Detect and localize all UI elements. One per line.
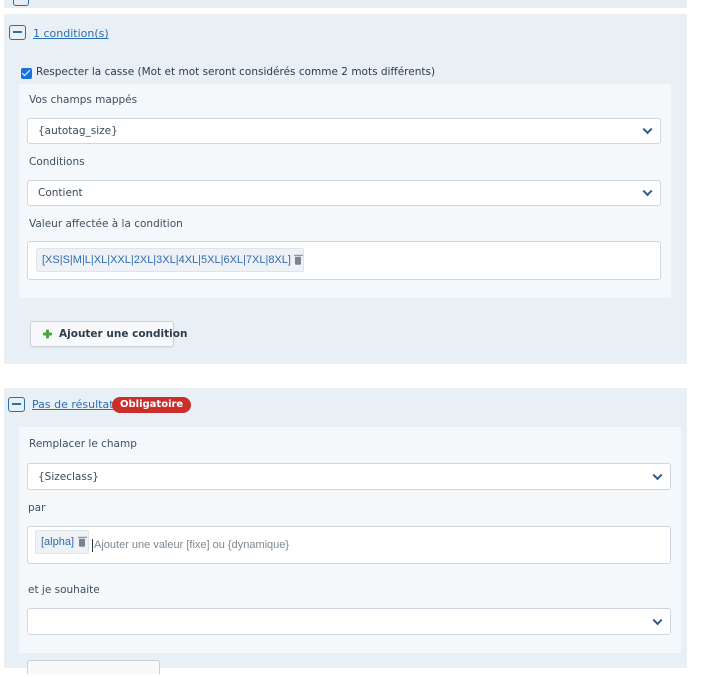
case-sensitive-label: Respecter la casse (Mot et mot seront co… xyxy=(36,66,436,78)
trash-icon[interactable] xyxy=(293,254,303,265)
mapped-fields-value: {autotag_size} xyxy=(38,125,118,137)
chevron-down-icon xyxy=(652,469,663,480)
par-label: par xyxy=(28,502,46,514)
value-tag-text: [alpha] xyxy=(41,536,75,548)
par-placeholder: Ajouter une valeur [fixe] ou {dynamique} xyxy=(94,539,290,551)
no-results-link[interactable]: Pas de résultats xyxy=(32,398,119,411)
value-tag: [XS|S|M|L|XL|XXL|2XL|3XL|4XL|5XL|6XL|7XL… xyxy=(36,248,304,272)
assigned-value-field[interactable]: [XS|S|M|L|XL|XXL|2XL|3XL|4XL|5XL|6XL|7XL… xyxy=(27,241,661,280)
partial-button[interactable] xyxy=(27,660,160,674)
replace-field-select[interactable]: {Sizeclass} xyxy=(27,463,671,490)
chevron-down-icon xyxy=(652,614,663,625)
text-cursor xyxy=(92,539,93,552)
mapped-fields-label: Vos champs mappés xyxy=(29,94,138,106)
value-tag-text: [XS|S|M|L|XL|XXL|2XL|3XL|4XL|5XL|6XL|7XL… xyxy=(42,254,291,266)
collapse-toggle-icon[interactable] xyxy=(13,0,29,6)
collapse-minus-icon[interactable] xyxy=(8,397,25,412)
replace-field-value: {Sizeclass} xyxy=(38,470,99,483)
value-tag: [alpha] xyxy=(35,530,89,554)
mapped-fields-select[interactable]: {autotag_size} xyxy=(27,118,661,144)
add-condition-button[interactable]: Ajouter une condition xyxy=(30,321,187,347)
conditions-label: Conditions xyxy=(29,156,85,168)
wish-select[interactable] xyxy=(27,608,671,635)
collapse-minus-icon[interactable] xyxy=(9,25,26,40)
assigned-value-label: Valeur affectée à la condition xyxy=(29,218,183,230)
chevron-down-icon xyxy=(642,186,653,197)
required-badge: Obligatoire xyxy=(112,397,192,413)
trash-icon[interactable] xyxy=(77,536,87,547)
chevron-down-icon xyxy=(642,124,653,135)
add-condition-label: Ajouter une condition xyxy=(59,328,188,340)
conditions-select[interactable]: Contient xyxy=(27,180,661,206)
previous-panel-edge xyxy=(4,0,687,8)
conditions-value: Contient xyxy=(38,187,83,199)
par-value-field[interactable]: [alpha] Ajouter une valeur [fixe] ou {dy… xyxy=(27,526,671,564)
plus-icon xyxy=(43,329,52,339)
replace-field-label: Remplacer le champ xyxy=(29,438,137,450)
conditions-count-link[interactable]: 1 condition(s) xyxy=(33,27,109,40)
wish-label: et je souhaite xyxy=(28,584,100,596)
case-sensitive-checkbox[interactable] xyxy=(21,68,32,79)
